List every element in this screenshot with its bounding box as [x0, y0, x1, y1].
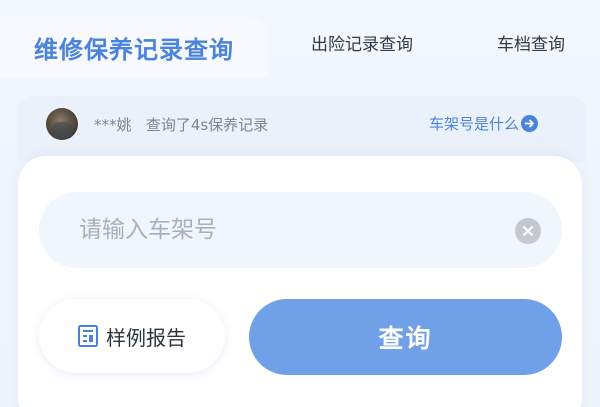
avatar: [46, 108, 78, 140]
tab-bar: 维修保养记录查询 出险记录查询 车档查询: [0, 0, 600, 78]
query-card: 样例报告 查询: [18, 156, 582, 407]
query-button[interactable]: 查询: [249, 299, 562, 375]
sample-report-button[interactable]: 样例报告: [39, 299, 225, 373]
tab-label: 维修保养记录查询: [34, 36, 234, 64]
activity-text: ***姚 查询了4s保养记录: [94, 114, 268, 135]
query-label: 查询: [378, 324, 433, 353]
tab-vehicle-file[interactable]: 车档查询: [497, 30, 565, 55]
sample-report-label: 样例报告: [106, 325, 186, 350]
clear-icon[interactable]: [515, 218, 541, 244]
vin-input[interactable]: [39, 192, 562, 268]
activity-user: ***姚: [94, 116, 132, 134]
vin-input-container: [39, 192, 562, 268]
arrow-right-circle-icon: [521, 115, 539, 132]
activity-action: 查询了4s保养记录: [145, 116, 269, 134]
tab-maintenance-records[interactable]: 维修保养记录查询: [0, 16, 268, 78]
activity-banner: ***姚 查询了4s保养记录 车架号是什么: [18, 96, 586, 162]
vin-help-label: 车架号是什么: [429, 115, 520, 133]
report-icon: [78, 325, 98, 347]
tab-accident-records[interactable]: 出险记录查询: [311, 30, 413, 55]
vin-help-link[interactable]: 车架号是什么: [429, 113, 539, 134]
